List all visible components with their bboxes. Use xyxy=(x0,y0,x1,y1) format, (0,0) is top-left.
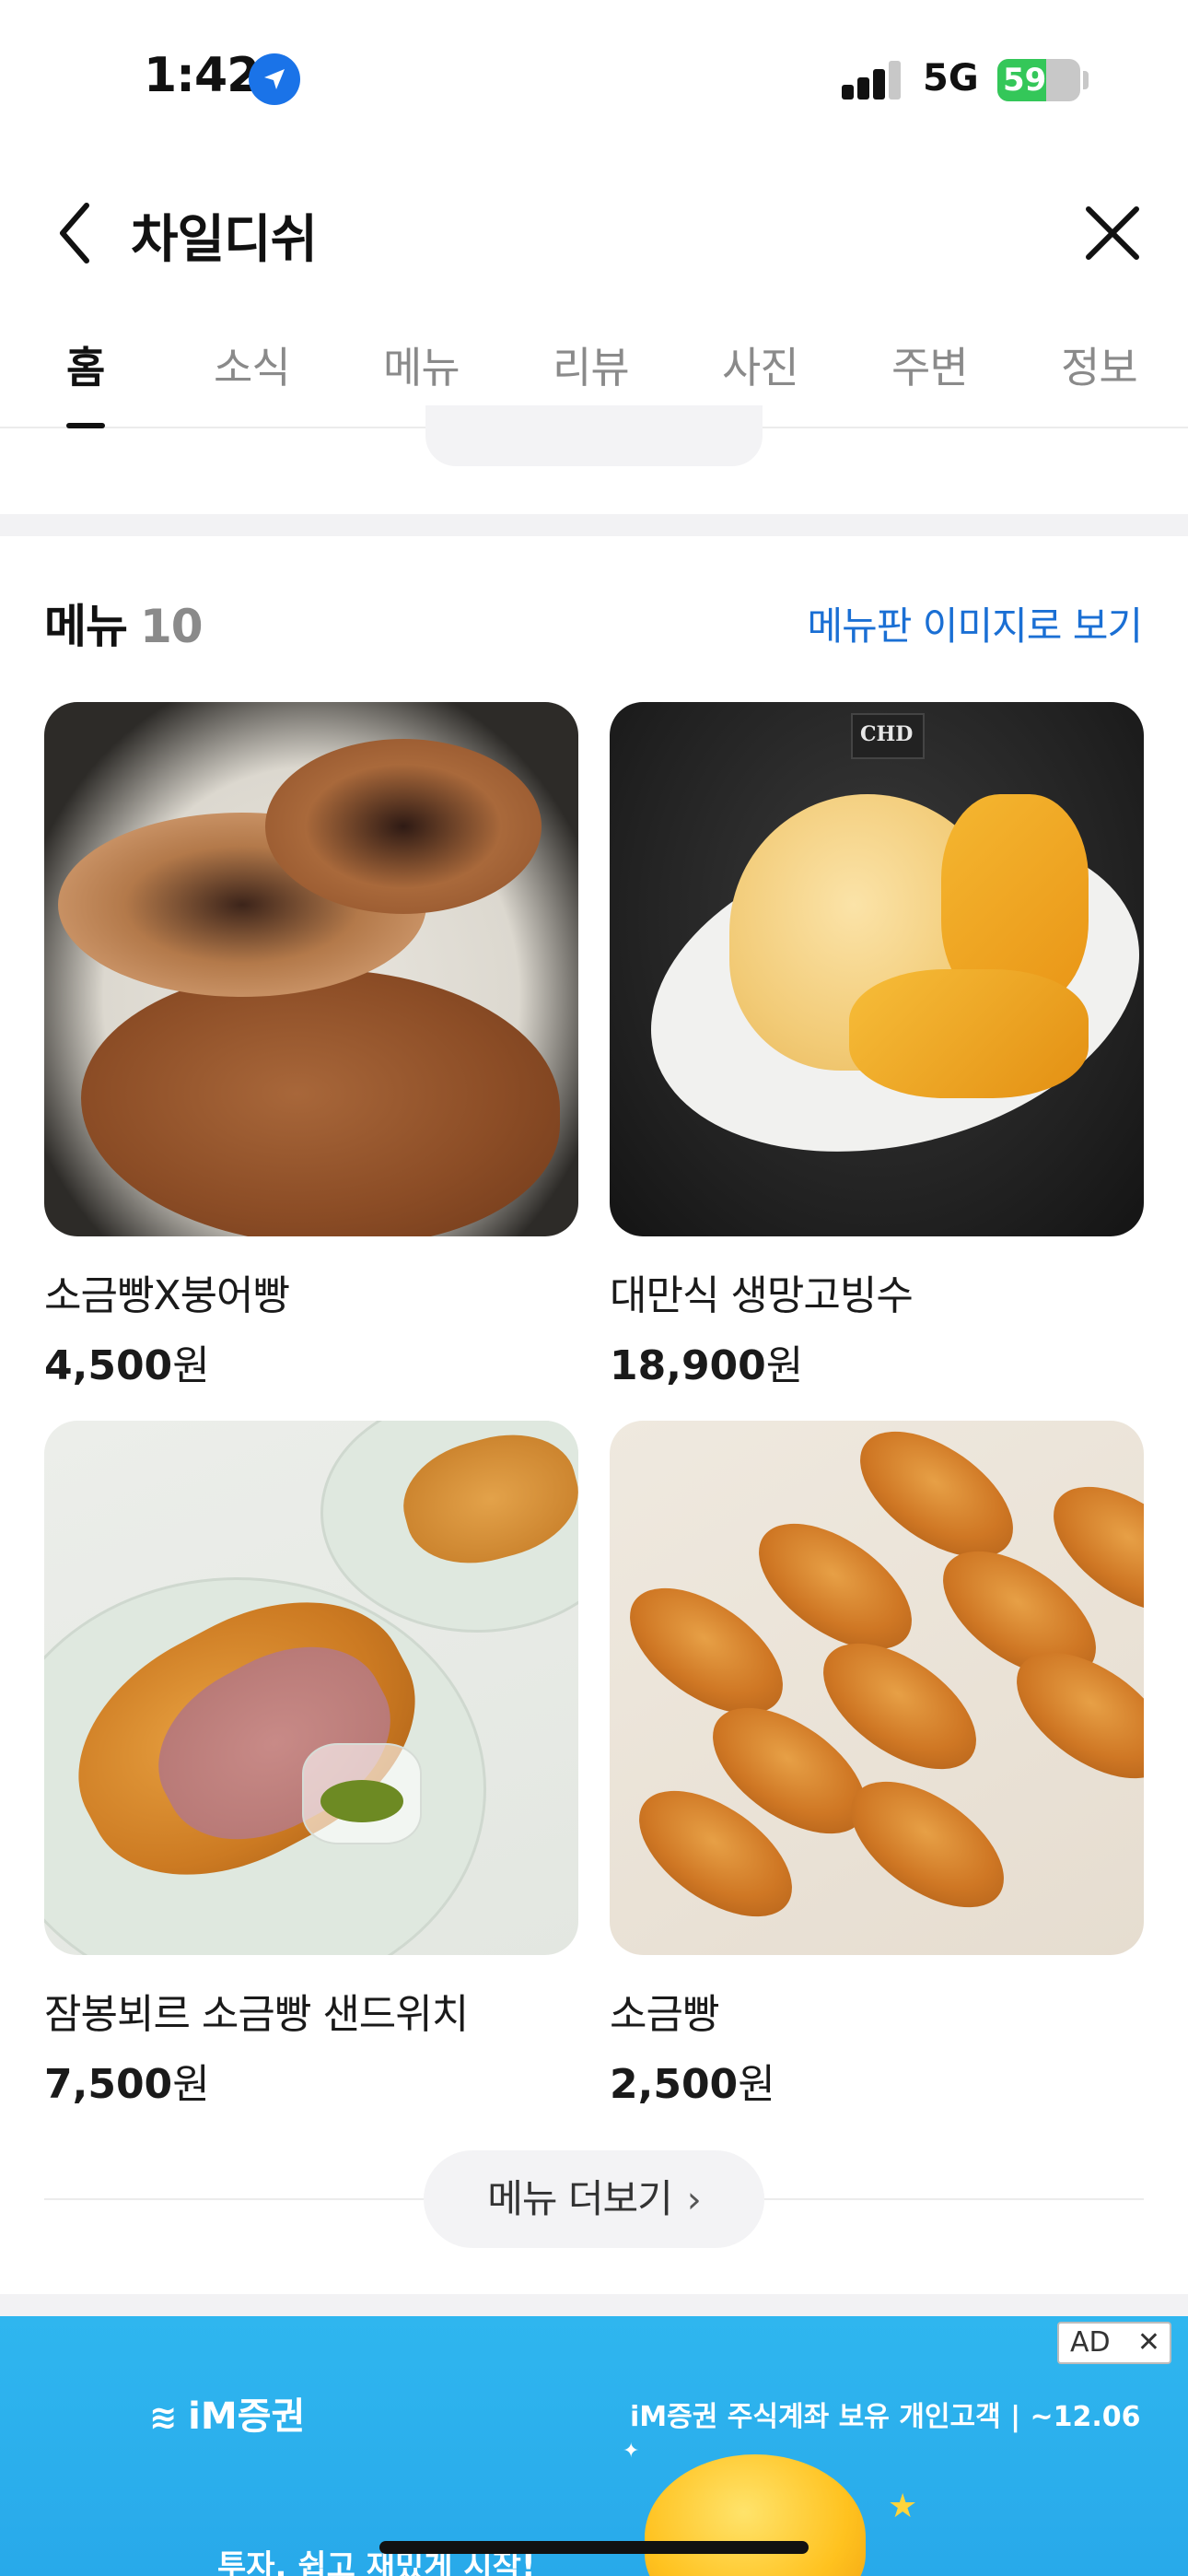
sparkle-icon: ✦ xyxy=(623,2440,640,2463)
menu-item-price: 2,500원 xyxy=(610,2051,1144,2110)
ad-badge[interactable]: AD ✕ xyxy=(1057,2322,1171,2364)
photo-flag-text: CHD xyxy=(860,722,914,746)
ad-close-icon[interactable]: ✕ xyxy=(1137,2324,1160,2362)
tab-home[interactable]: 홈 xyxy=(66,334,105,395)
chevron-right-icon: › xyxy=(686,2179,702,2221)
tab-menu[interactable]: 메뉴 xyxy=(383,334,460,395)
ad-headline: iM증권 주식계좌 보유 개인고객 | ~12.06 xyxy=(630,2401,1141,2433)
price-value: 7,500 xyxy=(44,2061,173,2108)
battery-tip xyxy=(1083,71,1089,89)
menu-item-photo: CHD xyxy=(610,702,1144,1236)
status-time: 1:42 xyxy=(144,48,260,103)
location-arrow-icon xyxy=(249,53,300,105)
section-divider xyxy=(0,514,1188,536)
menu-item-price: 18,900원 xyxy=(610,1332,1144,1391)
network-label: 5G xyxy=(923,57,979,100)
more-menu-label: 메뉴 더보기 xyxy=(487,2176,673,2221)
menu-card[interactable]: 소금빵 2,500원 xyxy=(610,1421,1144,2110)
price-value: 2,500 xyxy=(610,2061,739,2108)
battery-icon: 59 xyxy=(997,59,1080,101)
ad-logo-text: iM증권 xyxy=(188,2395,306,2438)
back-button[interactable] xyxy=(46,196,111,270)
close-button[interactable] xyxy=(1077,198,1147,268)
tab-active-indicator xyxy=(66,423,105,428)
menu-item-name: 소금빵 xyxy=(610,1991,719,2038)
price-unit: 원 xyxy=(172,1342,210,1389)
menu-card[interactable]: 잠봉뵈르 소금빵 샌드위치 7,500원 xyxy=(44,1421,578,2110)
menu-heading: 메뉴 10 xyxy=(44,590,204,656)
menu-item-price: 7,500원 xyxy=(44,2051,578,2110)
tab-reviews[interactable]: 리뷰 xyxy=(553,334,630,395)
ad-banner[interactable]: ≋ iM증권 iM증권 주식계좌 보유 개인고객 | ~12.06 ✦ ★ 투자,… xyxy=(0,2316,1188,2576)
star-icon: ★ xyxy=(888,2488,918,2525)
price-unit: 원 xyxy=(738,2061,775,2108)
tab-nearby[interactable]: 주변 xyxy=(891,334,969,395)
tab-info[interactable]: 정보 xyxy=(1061,334,1138,395)
tab-news[interactable]: 소식 xyxy=(214,334,291,395)
more-menu-button[interactable]: 메뉴 더보기 › xyxy=(424,2150,764,2248)
menu-item-photo xyxy=(44,1421,578,1955)
price-unit: 원 xyxy=(765,1342,804,1389)
menu-count: 10 xyxy=(140,600,204,653)
close-icon xyxy=(1086,206,1139,260)
brand-logo-icon: ≋ xyxy=(149,2399,178,2437)
battery-level: 59 xyxy=(1003,62,1047,99)
menu-item-photo xyxy=(44,702,578,1236)
menu-item-name: 대만식 생망고빙수 xyxy=(610,1272,914,1319)
menu-card[interactable]: CHD 대만식 생망고빙수 18,900원 xyxy=(610,702,1144,1391)
back-arrow-icon xyxy=(60,203,89,263)
status-bar: 1:42 5G 59 xyxy=(0,0,1188,161)
menu-item-name: 소금빵X붕어빵 xyxy=(44,1272,290,1319)
price-value: 18,900 xyxy=(610,1342,766,1389)
signal-icon xyxy=(842,59,903,100)
header: 차일디쉬 xyxy=(0,161,1188,309)
page-title: 차일디쉬 xyxy=(131,210,318,270)
section-divider xyxy=(0,2294,1188,2316)
price-value: 4,500 xyxy=(44,1342,173,1389)
trophy-icon xyxy=(645,2454,866,2576)
menu-item-price: 4,500원 xyxy=(44,1332,578,1391)
menu-item-photo xyxy=(610,1421,1144,1955)
menu-card[interactable]: 소금빵X붕어빵 4,500원 xyxy=(44,702,578,1391)
tab-photos[interactable]: 사진 xyxy=(722,334,799,395)
price-unit: 원 xyxy=(172,2061,210,2108)
ad-logo: ≋ iM증권 xyxy=(149,2386,305,2440)
clipped-button[interactable] xyxy=(425,405,763,466)
menu-heading-label: 메뉴 xyxy=(44,600,128,653)
menu-item-name: 잠봉뵈르 소금빵 샌드위치 xyxy=(44,1991,469,2038)
ad-badge-label: AD xyxy=(1070,2326,1111,2359)
menu-board-link[interactable]: 메뉴판 이미지로 보기 xyxy=(808,595,1143,651)
home-indicator[interactable] xyxy=(379,2541,809,2554)
